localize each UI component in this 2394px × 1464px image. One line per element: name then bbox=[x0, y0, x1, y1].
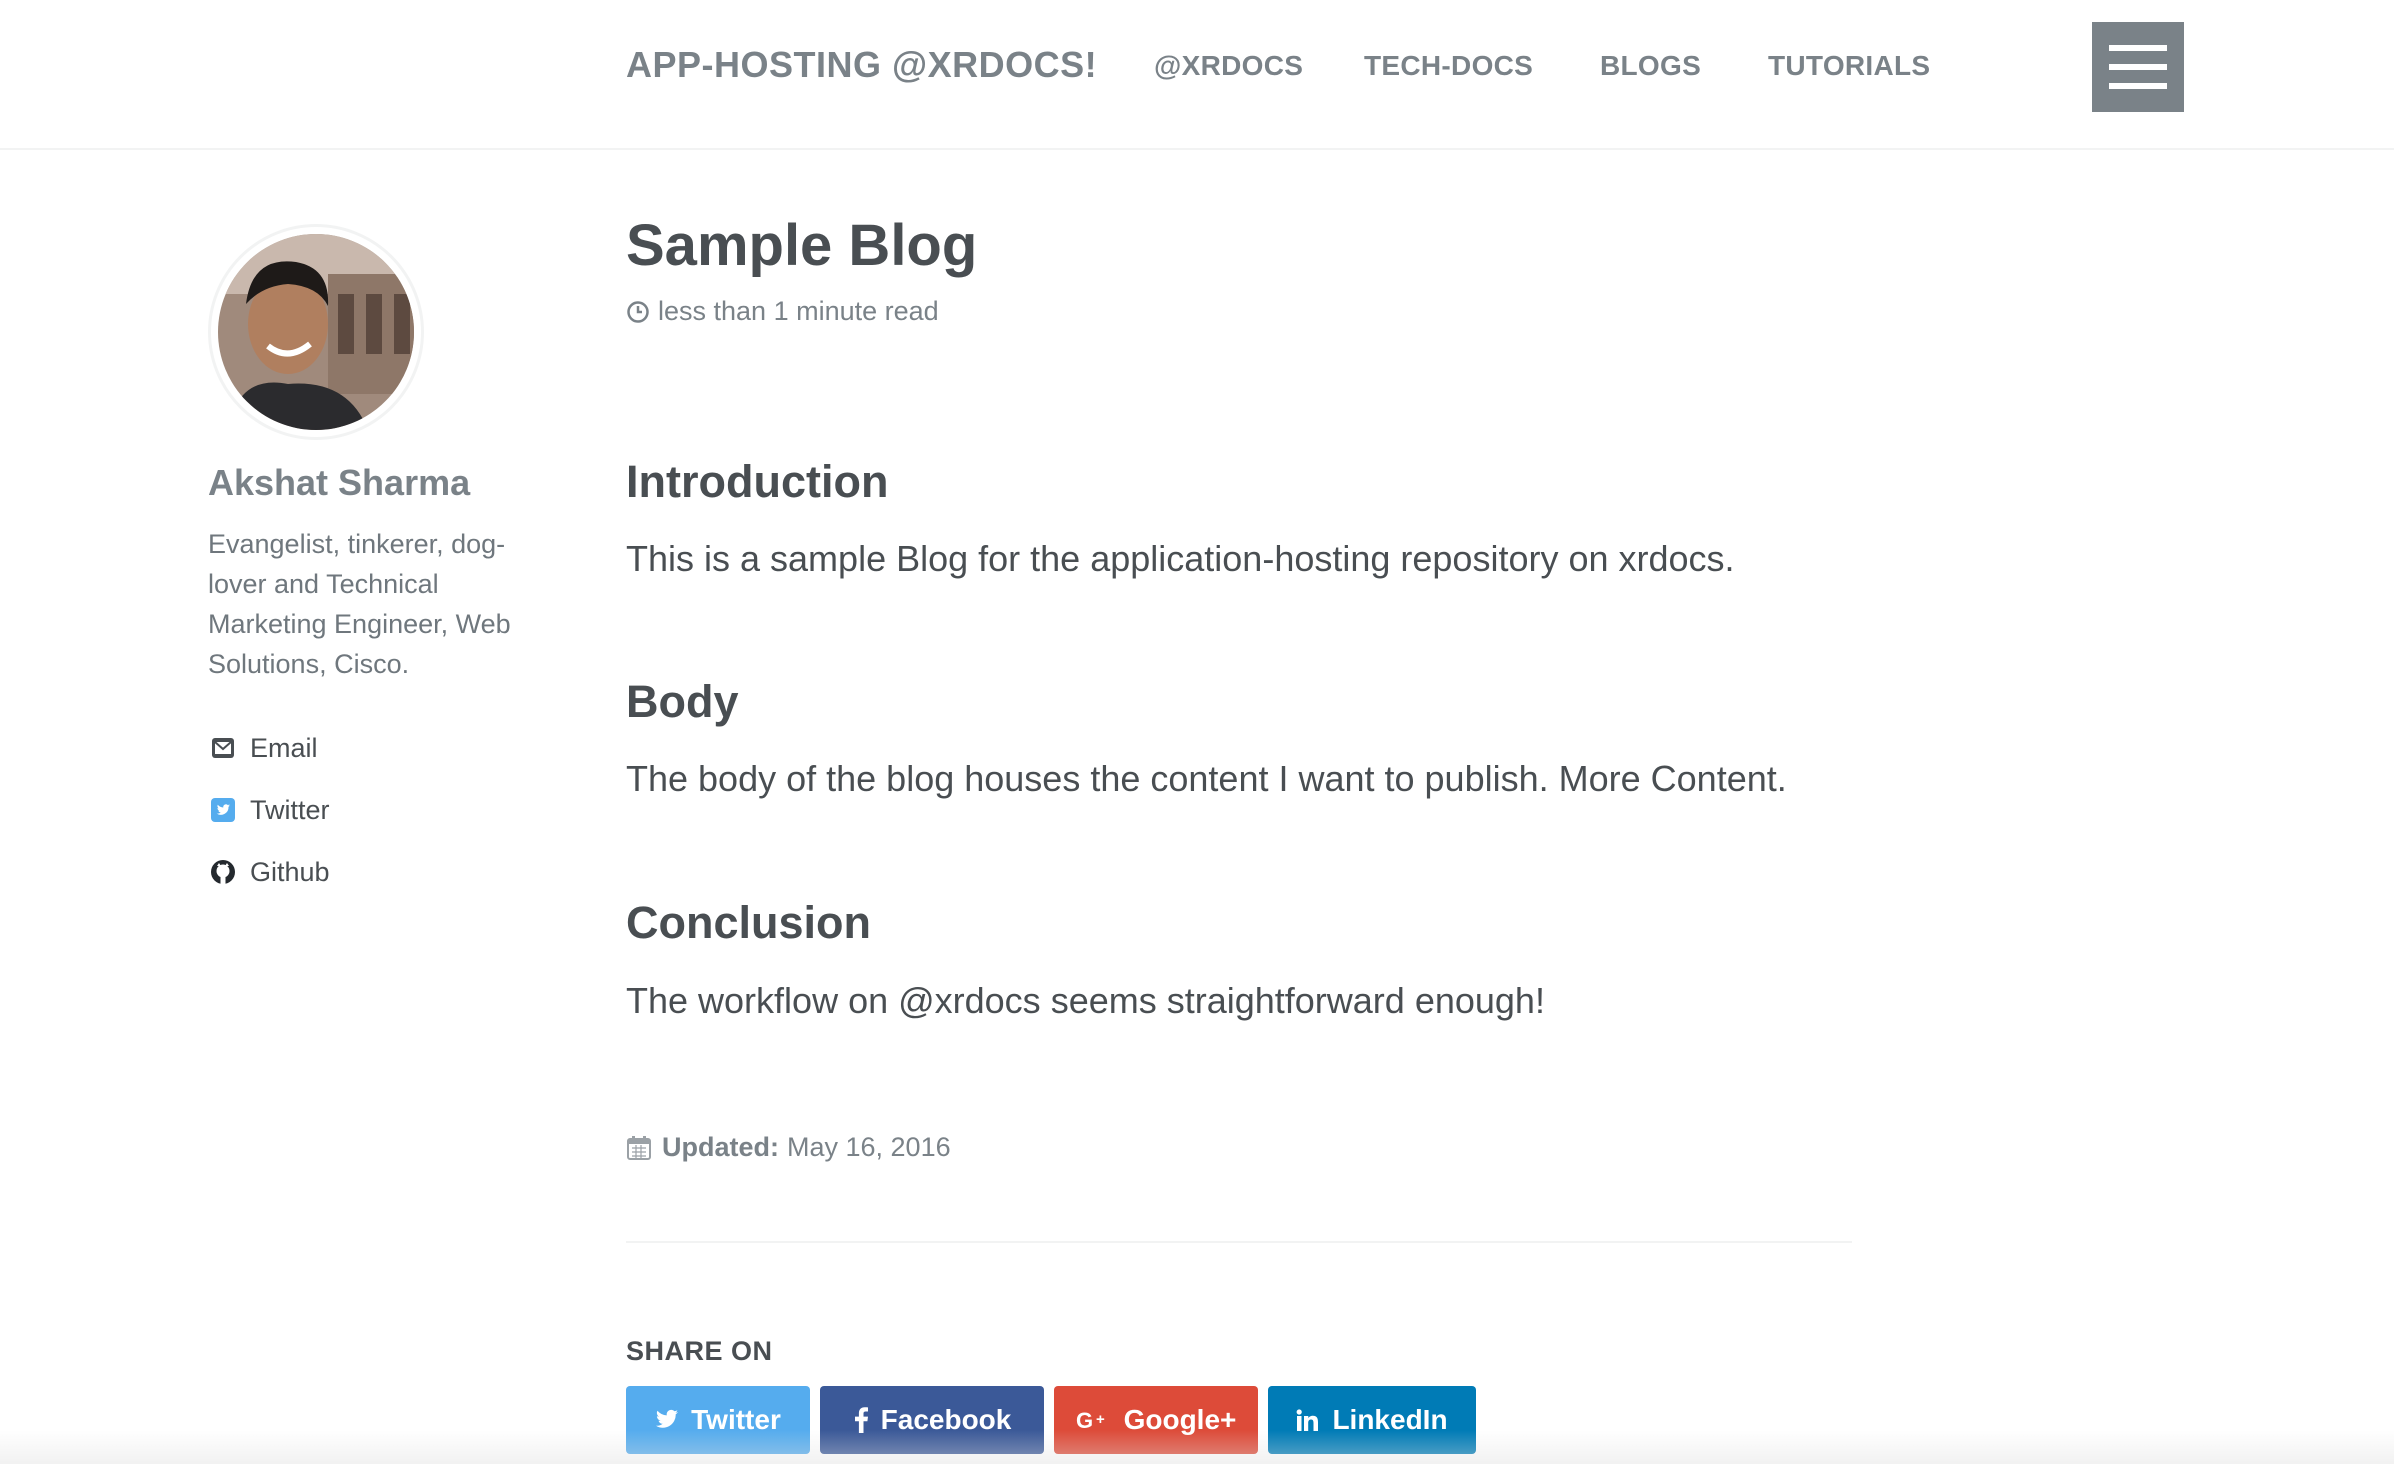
author-link-label: Github bbox=[250, 856, 330, 887]
author-bio: Evangelist, tinkerer, dog-lover and Tech… bbox=[208, 529, 511, 679]
author-link-email[interactable]: Email bbox=[208, 728, 318, 768]
avatar bbox=[208, 224, 424, 440]
masthead: APP-HOSTING @XRDOCS! @XRDOCS TECH-DOCS B… bbox=[0, 0, 2394, 150]
menu-toggle-button[interactable] bbox=[2092, 22, 2184, 112]
share-button-label: LinkedIn bbox=[1332, 1404, 1448, 1435]
updated-date: Updated: May 16, 2016 bbox=[626, 1132, 951, 1163]
facebook-icon bbox=[853, 1407, 869, 1433]
nav-link-tutorials[interactable]: TUTORIALS bbox=[1768, 50, 1930, 82]
nav-link-tech-docs[interactable]: TECH-DOCS bbox=[1364, 50, 1533, 82]
linkedin-icon bbox=[1296, 1409, 1320, 1431]
envelope-icon bbox=[208, 733, 238, 763]
share-googleplus-button[interactable]: G + Google+ bbox=[1054, 1386, 1258, 1454]
section-heading-body: Body bbox=[626, 676, 739, 727]
section-body-introduction: This is a sample Blog for the applicatio… bbox=[626, 538, 1735, 579]
nav-link-blogs[interactable]: BLOGS bbox=[1600, 50, 1701, 82]
section-heading-introduction: Introduction bbox=[626, 456, 889, 507]
read-time: less than 1 minute read bbox=[626, 296, 939, 327]
svg-text:+: + bbox=[1096, 1411, 1105, 1428]
share-button-label: Google+ bbox=[1123, 1404, 1237, 1435]
author-name: Akshat Sharma bbox=[208, 462, 471, 503]
calendar-icon bbox=[627, 1135, 651, 1160]
updated-value: May 16, 2016 bbox=[787, 1132, 951, 1162]
section-heading-conclusion: Conclusion bbox=[626, 897, 871, 948]
clock-icon bbox=[627, 300, 649, 323]
share-button-label: Facebook bbox=[880, 1404, 1012, 1435]
share-facebook-button[interactable]: Facebook bbox=[820, 1386, 1044, 1454]
twitter-icon bbox=[208, 795, 238, 825]
github-icon bbox=[208, 857, 238, 887]
divider bbox=[626, 1241, 1852, 1243]
twitter-icon bbox=[655, 1409, 679, 1431]
avatar-photo bbox=[218, 234, 414, 430]
section-body-body: The body of the blog houses the content … bbox=[626, 758, 1787, 799]
site-title-link[interactable]: APP-HOSTING @XRDOCS! bbox=[626, 44, 1097, 86]
author-link-github[interactable]: Github bbox=[208, 852, 330, 892]
svg-text:G: G bbox=[1076, 1409, 1093, 1431]
author-link-label: Email bbox=[250, 732, 318, 763]
author-link-label: Twitter bbox=[250, 794, 330, 825]
share-heading: SHARE ON bbox=[626, 1336, 773, 1366]
share-linkedin-button[interactable]: LinkedIn bbox=[1268, 1386, 1476, 1454]
author-link-twitter[interactable]: Twitter bbox=[208, 790, 330, 830]
section-body-conclusion: The workflow on @xrdocs seems straightfo… bbox=[626, 980, 1545, 1021]
nav-link-xrdocs[interactable]: @XRDOCS bbox=[1154, 50, 1303, 82]
share-button-label: Twitter bbox=[691, 1404, 781, 1435]
read-time-text: less than 1 minute read bbox=[658, 296, 939, 326]
updated-label: Updated: bbox=[662, 1132, 779, 1162]
page-title: Sample Blog bbox=[626, 213, 978, 278]
share-twitter-button[interactable]: Twitter bbox=[626, 1386, 810, 1454]
google-plus-icon: G + bbox=[1076, 1409, 1112, 1431]
